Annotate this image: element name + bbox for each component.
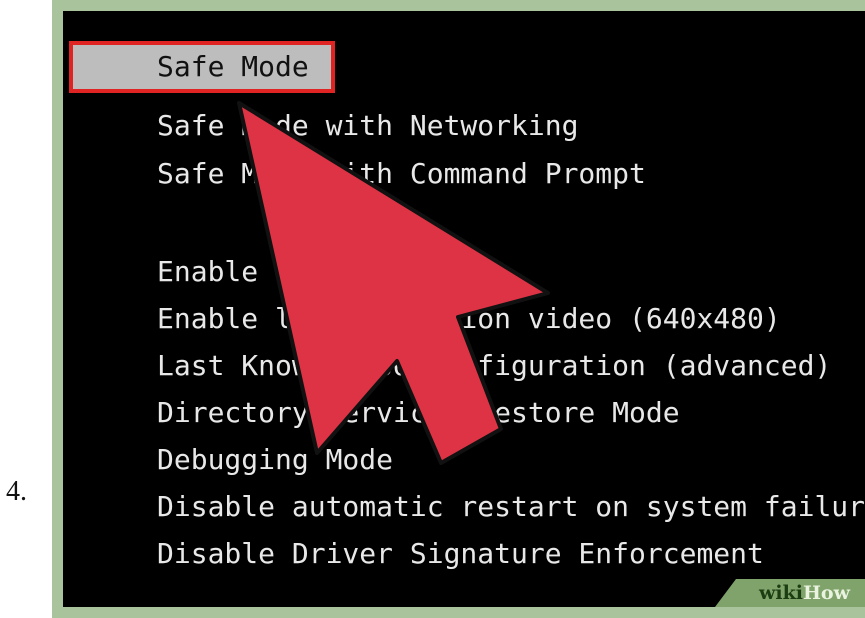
menu-item-directory-services-restore[interactable]: Directory Services Restore Mode (157, 391, 680, 435)
advanced-boot-options-menu: Safe Mode Safe Mode with Networking Safe… (63, 11, 865, 607)
menu-item-low-resolution-video[interactable]: Enable low-resolution video (640x480) (157, 297, 781, 341)
watermark-wiki: wiki (759, 582, 803, 604)
menu-item-last-known-good[interactable]: Last Known Good Configuration (advanced) (157, 344, 831, 388)
illustration-frame: Safe Mode Safe Mode with Networking Safe… (52, 0, 865, 618)
menu-item-safe-mode[interactable]: Safe Mode (69, 41, 335, 93)
step-number: 4. (6, 476, 27, 507)
watermark-how: How (802, 582, 850, 604)
boot-screen: Safe Mode Safe Mode with Networking Safe… (63, 11, 865, 607)
menu-item-disable-driver-signature[interactable]: Disable Driver Signature Enforcement (157, 532, 764, 576)
menu-item-debugging-mode[interactable]: Debugging Mode (157, 438, 393, 482)
wikihow-watermark: wikiHow (715, 579, 865, 607)
menu-item-safe-mode-command-prompt[interactable]: Safe Mode with Command Prompt (157, 152, 646, 196)
menu-item-safe-mode-networking[interactable]: Safe Mode with Networking (157, 104, 578, 148)
menu-item-enable-boot-logging[interactable]: Enable Boot Logging (157, 250, 477, 294)
menu-item-disable-auto-restart[interactable]: Disable automatic restart on system fail… (157, 485, 865, 529)
